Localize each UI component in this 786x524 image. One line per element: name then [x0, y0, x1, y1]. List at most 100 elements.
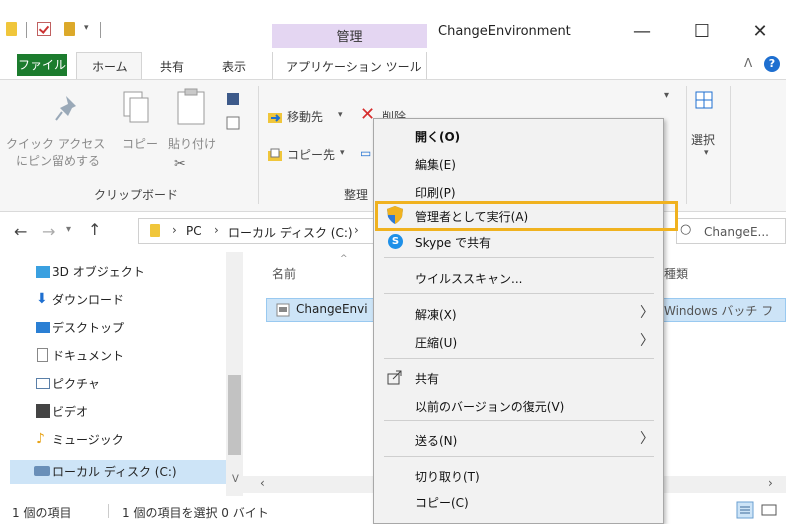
toolbar-separator [26, 22, 27, 38]
tab-file[interactable]: ファイル [17, 54, 67, 76]
details-view-icon[interactable] [736, 501, 754, 519]
nav-item-desktop[interactable]: デスクトップ [0, 314, 226, 342]
menu-separator [384, 456, 654, 457]
breadcrumb-separator: › [214, 223, 219, 237]
breadcrumb-separator: › [172, 223, 177, 237]
tab-share[interactable]: 共有 [160, 58, 184, 78]
nav-item-local-disk[interactable]: ローカル ディスク (C:) [0, 458, 226, 486]
close-button[interactable]: ✕ [740, 18, 780, 46]
nav-scrollbar[interactable] [226, 252, 243, 496]
collapse-ribbon-icon[interactable]: ᐱ [744, 56, 752, 70]
menu-item-copy[interactable]: コピー(C) [415, 494, 469, 511]
status-selection: 1 個の項目を選択 0 バイト [122, 506, 269, 520]
menu-item-edit[interactable]: 編集(E) [415, 156, 456, 173]
select-dropdown-icon[interactable]: ▾ [664, 90, 669, 101]
menu-separator [384, 257, 654, 258]
select-button[interactable]: 選択 [691, 132, 715, 148]
recent-dropdown-icon[interactable]: ▾ [66, 224, 71, 235]
copy-to-icon [268, 148, 282, 161]
run-as-admin-highlight [375, 201, 678, 231]
scroll-left-icon[interactable]: ‹ [260, 476, 265, 490]
minimize-button[interactable]: — [622, 18, 662, 46]
move-to-button[interactable]: 移動先 [287, 109, 323, 125]
back-arrow-icon[interactable]: ← [14, 222, 27, 241]
menu-item-virus-scan[interactable]: ウイルススキャン... [415, 270, 522, 287]
quick-access-dropdown-icon[interactable]: ▾ [84, 23, 89, 33]
compress-submenu-chevron-icon: 〉 [640, 333, 654, 349]
copy-to-dropdown-icon[interactable]: ▾ [340, 148, 345, 158]
organize-group-label: 整理 [344, 188, 369, 202]
toolbar-separator [100, 22, 101, 38]
menu-item-compress[interactable]: 圧縮(U) [415, 334, 457, 351]
send-to-submenu-chevron-icon: 〉 [640, 431, 654, 447]
menu-separator [384, 358, 654, 359]
sort-caret-icon: ^ [340, 254, 348, 264]
forward-arrow-icon[interactable]: → [42, 222, 55, 241]
copy-path-icon[interactable] [226, 92, 240, 106]
new-folder-icon[interactable] [64, 22, 75, 36]
clipboard-group-label: クリップボード [94, 188, 179, 202]
quick-access-pin-label[interactable]: クイック アクセス [6, 136, 105, 152]
copy-to-button[interactable]: コピー先 [287, 147, 335, 163]
breadcrumb-separator: › [354, 223, 359, 237]
rename-icon[interactable]: ▭ [360, 146, 371, 160]
properties-check-icon[interactable] [37, 22, 51, 36]
scroll-right-icon[interactable]: › [768, 476, 773, 490]
column-header-name[interactable]: 名前 [272, 265, 296, 282]
menu-item-extract[interactable]: 解凍(X) [415, 306, 457, 323]
address-folder-icon [150, 224, 160, 237]
contextual-group-label: 管理 [336, 30, 363, 45]
quick-access-pin-label-2[interactable]: にピン留めする [16, 153, 100, 169]
batch-file-icon [276, 303, 290, 317]
menu-item-restore-versions[interactable]: 以前のバージョンの復元(V) [415, 398, 564, 415]
extract-submenu-chevron-icon: 〉 [640, 305, 654, 321]
status-item-count: 1 個の項目 [12, 506, 72, 520]
breadcrumb-pc[interactable]: PC [186, 224, 202, 238]
nav-item-3d-objects[interactable]: 3D オブジェクト [0, 258, 226, 286]
move-to-icon [268, 113, 282, 123]
tab-view[interactable]: 表示 [222, 58, 246, 78]
file-type: Windows バッチ フ [664, 304, 774, 318]
move-to-dropdown-icon[interactable]: ▾ [338, 110, 343, 120]
status-divider [108, 504, 109, 518]
help-icon[interactable]: ? [764, 56, 780, 72]
group-divider [258, 86, 259, 204]
copy-button[interactable]: コピー [122, 136, 158, 152]
column-header-type[interactable]: 種類 [664, 265, 688, 282]
paste-icon [177, 88, 205, 125]
select-caret-icon[interactable]: ▾ [704, 148, 709, 158]
paste-button[interactable]: 貼り付け [168, 136, 216, 152]
nav-item-documents[interactable]: ドキュメント [0, 342, 226, 370]
paste-shortcut-icon[interactable] [226, 116, 240, 130]
menu-separator [384, 420, 654, 421]
pin-icon [55, 96, 76, 121]
nav-item-videos[interactable]: ビデオ [0, 398, 226, 426]
menu-item-print[interactable]: 印刷(P) [415, 184, 456, 201]
menu-item-open[interactable]: 開く(O) [415, 128, 460, 145]
folder-icon [6, 22, 17, 36]
window-title: ChangeEnvironment [438, 24, 571, 39]
large-icons-view-icon[interactable] [760, 501, 778, 519]
search-icon: ○ [680, 222, 692, 237]
select-grid-icon [695, 91, 713, 109]
tab-home[interactable]: ホーム [92, 58, 128, 78]
nav-item-pictures[interactable]: ピクチャ [0, 370, 226, 398]
nav-item-music[interactable]: ミュージック [0, 426, 226, 454]
tab-app-tools[interactable]: アプリケーション ツール [286, 58, 422, 78]
copy-icon [123, 91, 149, 123]
breadcrumb-local-disk[interactable]: ローカル ディスク (C:) [228, 224, 353, 241]
nav-scroll-thumb[interactable] [228, 375, 241, 455]
group-divider [686, 86, 687, 204]
maximize-button[interactable]: ☐ [682, 18, 722, 46]
nav-scroll-down-icon[interactable]: ᐯ [232, 474, 239, 485]
menu-item-send-to[interactable]: 送る(N) [415, 432, 457, 449]
up-arrow-icon[interactable]: ↑ [88, 220, 101, 239]
file-name[interactable]: ChangeEnvi [296, 302, 368, 316]
nav-item-downloads[interactable]: ダウンロード [0, 286, 226, 314]
search-input[interactable]: ChangeE... [704, 225, 769, 239]
group-divider [730, 86, 731, 204]
menu-item-cut[interactable]: 切り取り(T) [415, 468, 480, 485]
menu-item-share[interactable]: 共有 [415, 370, 439, 387]
menu-item-skype-share[interactable]: Skype で共有 [415, 234, 491, 251]
cut-scissors-icon[interactable]: ✂ [174, 156, 186, 172]
